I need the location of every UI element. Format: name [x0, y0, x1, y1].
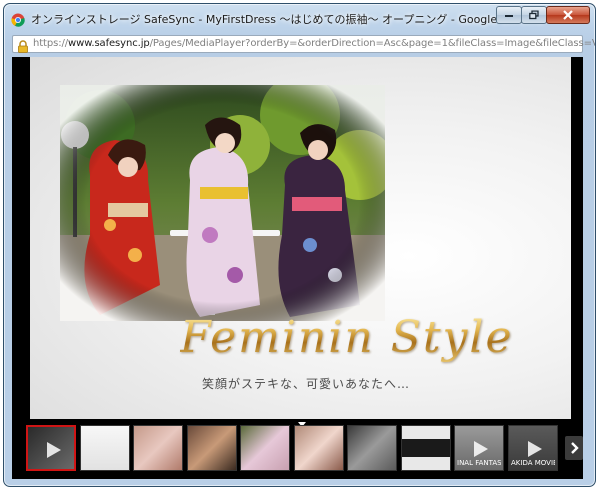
thumbnail-3[interactable]	[133, 425, 183, 471]
thumbnail-5[interactable]	[240, 425, 290, 471]
chrome-icon	[11, 12, 25, 27]
thumbnail-8[interactable]	[401, 425, 451, 471]
maximize-button[interactable]	[521, 6, 547, 24]
url-text: https://www.safesync.jp/Pages/MediaPlaye…	[33, 38, 595, 49]
thumbnail-4[interactable]	[187, 425, 237, 471]
thumbnail-label: AKIDA MOVIE	[511, 459, 555, 467]
video-subtitle-overlay: 笑顔がステキな、可愛いあなたへ…	[202, 377, 411, 391]
video-title-overlay: Feminin Style	[180, 312, 514, 363]
chevron-right-icon	[571, 442, 579, 454]
url-host: www.safesync.jp	[68, 38, 150, 49]
thumbnail-strip: INAL FANTASY V AKIDA MOVIE	[12, 422, 583, 474]
close-button[interactable]	[546, 6, 590, 24]
restore-icon	[529, 10, 539, 20]
title-bar[interactable]: オンラインストレージ SafeSync - MyFirstDress ～はじめて…	[4, 4, 595, 32]
thumbnail-1[interactable]	[26, 425, 76, 471]
video-photo	[60, 85, 385, 321]
browser-window: オンラインストレージ SafeSync - MyFirstDress ～はじめて…	[3, 3, 596, 487]
media-player: Feminin Style 笑顔がステキな、可愛いあなたへ… INAL FANT…	[12, 57, 583, 479]
minimize-button[interactable]	[496, 6, 522, 24]
video-frame[interactable]: Feminin Style 笑顔がステキな、可愛いあなたへ…	[30, 57, 571, 419]
thumbnail-label: INAL FANTASY V	[457, 459, 501, 467]
lock-icon	[17, 38, 29, 53]
next-thumbnails-button[interactable]	[565, 436, 583, 460]
address-bar[interactable]: https://www.safesync.jp/Pages/MediaPlaye…	[12, 35, 595, 53]
thumbnail-7[interactable]	[347, 425, 397, 471]
thumbnail-2[interactable]	[80, 425, 130, 471]
thumbnail-9[interactable]: INAL FANTASY V	[454, 425, 504, 471]
thumbnail-10[interactable]: AKIDA MOVIE	[508, 425, 558, 471]
play-icon	[47, 442, 61, 458]
thumbnail-6[interactable]	[294, 425, 344, 471]
window-title: オンラインストレージ SafeSync - MyFirstDress ～はじめて…	[31, 13, 544, 26]
url-path: /Pages/MediaPlayer?orderBy=&orderDirecti…	[149, 38, 595, 49]
close-icon	[563, 10, 573, 20]
caption-buttons	[496, 6, 590, 24]
minimize-icon	[505, 15, 513, 17]
url-scheme: https://	[33, 38, 69, 49]
